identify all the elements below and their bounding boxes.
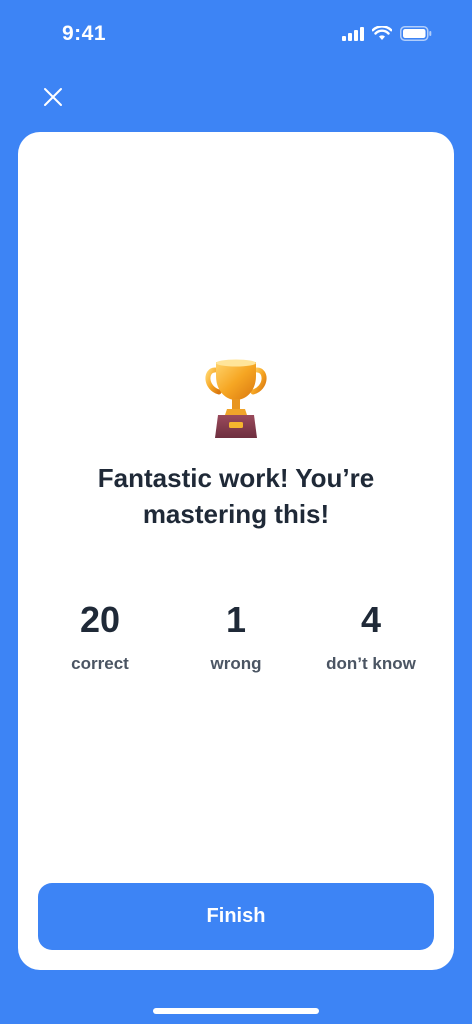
stat-dont-know-value: 4	[360, 599, 382, 640]
wifi-icon	[371, 25, 393, 46]
trophy-icon	[203, 358, 269, 438]
stat-wrong-label: wrong	[210, 654, 262, 673]
close-icon	[43, 87, 63, 112]
stat-wrong-value: 1	[225, 599, 247, 640]
stat-correct-label: correct	[71, 654, 129, 673]
headline-line-2: mastering this!	[142, 499, 330, 529]
stat-correct-value: 20	[79, 599, 121, 640]
status-time: 9:41	[62, 22, 107, 45]
stat-dont-know: 4 don’t know	[306, 598, 436, 674]
status-bar: 9:41	[0, 0, 472, 70]
result-headline: Fantastic work! You’re mastering this!	[18, 460, 454, 532]
finish-button[interactable]: Finish	[38, 883, 434, 950]
home-indicator	[153, 1008, 319, 1014]
stat-wrong: 1 wrong	[171, 598, 301, 674]
close-button[interactable]	[38, 84, 68, 114]
result-card: Fantastic work! You’re mastering this! 2…	[18, 132, 454, 970]
headline-line-1: Fantastic work! You’re	[97, 463, 375, 493]
stat-dont-know-label: don’t know	[326, 654, 416, 673]
status-icons	[342, 25, 432, 46]
battery-icon	[400, 26, 432, 46]
stat-correct: 20 correct	[35, 598, 165, 674]
cellular-signal-icon	[342, 26, 364, 46]
